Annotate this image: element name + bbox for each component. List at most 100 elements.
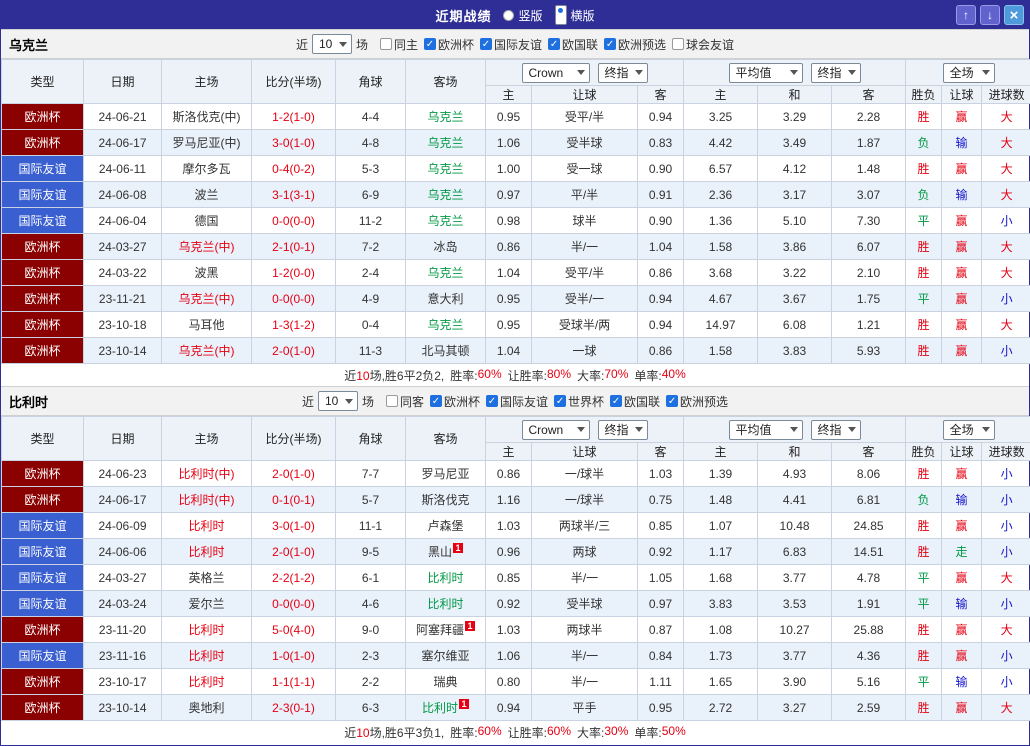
match-score: 2-0(1-0): [252, 338, 336, 364]
matches-table: 类型 日期 主场 比分(半场) 角球 客场 Crown 终指: [1, 59, 1030, 364]
asian-home-odds: 0.95: [486, 312, 532, 338]
home-team: 比利时: [162, 513, 252, 539]
match-row: 国际友谊23-11-16比利时1-0(1-0)2-3塞尔维亚1.06半/一0.8…: [2, 643, 1030, 669]
checkbox-icon: [430, 395, 442, 407]
titlebar: 近期战绩 竖版 横版 ↑ ↓ ×: [1, 1, 1029, 29]
match-date: 24-06-17: [84, 487, 162, 513]
result-goals: 大: [982, 617, 1030, 643]
corners: 7-7: [336, 461, 406, 487]
euro-home-odds: 1.39: [684, 461, 758, 487]
average-odds-select[interactable]: 平均值: [729, 420, 803, 440]
filter-bar: 比利时 近 10 场 同客欧洲杯国际友谊世界杯欧国联欧洲预选: [1, 386, 1029, 416]
asian-handicap: 两球: [532, 539, 638, 565]
filter-label: 欧洲杯: [444, 393, 480, 410]
checkbox-icon: [548, 38, 560, 50]
sub-col-outcome: 胜负: [906, 443, 942, 461]
bookmaker-select-value: Crown: [529, 423, 564, 437]
filter-国际友谊[interactable]: 国际友谊: [486, 393, 548, 410]
team-name-heading: 乌克兰: [9, 35, 48, 54]
col-header-type: 类型: [2, 60, 84, 104]
filter-label: 欧洲预选: [680, 393, 728, 410]
scope-select[interactable]: 全场: [943, 420, 995, 440]
closing-odds-select[interactable]: 终指: [598, 420, 648, 440]
result-handicap: 赢: [942, 234, 982, 260]
view-mode-vertical[interactable]: 竖版: [503, 7, 542, 24]
sub-col-asian-home: 主: [486, 443, 532, 461]
filter-欧国联[interactable]: 欧国联: [610, 393, 660, 410]
filter-欧洲预选[interactable]: 欧洲预选: [604, 36, 666, 53]
summary-lead: 近10场,胜6平2负2,: [344, 367, 444, 384]
average-odds-select[interactable]: 平均值: [729, 63, 803, 83]
team-name: 马耳他: [188, 318, 224, 332]
away-team: 乌克兰: [406, 104, 486, 130]
competition-badge: 欧洲杯: [2, 130, 84, 156]
asian-away-odds: 0.84: [638, 643, 684, 669]
near-count-select[interactable]: 10: [318, 391, 358, 411]
asian-home-odds: 0.92: [486, 591, 532, 617]
away-team: 塞尔维亚: [406, 643, 486, 669]
home-team: 德国: [162, 208, 252, 234]
table-header-row: 类型 日期 主场 比分(半场) 角球 客场 Crown 终指: [2, 417, 1030, 443]
match-date: 23-11-21: [84, 286, 162, 312]
scope-select[interactable]: 全场: [943, 63, 995, 83]
match-row: 国际友谊24-06-11摩尔多瓦0-4(0-2)5-3乌克兰1.00受一球0.9…: [2, 156, 1030, 182]
filter-世界杯[interactable]: 世界杯: [554, 393, 604, 410]
asian-handicap: 受半球: [532, 130, 638, 156]
asian-away-odds: 0.75: [638, 487, 684, 513]
bookmaker-select[interactable]: Crown: [522, 63, 590, 83]
away-team: 比利时: [406, 591, 486, 617]
filter-欧洲杯[interactable]: 欧洲杯: [424, 36, 474, 53]
near-count-select[interactable]: 10: [312, 34, 352, 54]
bookmaker-select[interactable]: Crown: [522, 420, 590, 440]
team-name: 比利时: [422, 701, 458, 715]
match-score: 2-2(1-2): [252, 565, 336, 591]
team-name: 瑞典: [433, 675, 457, 689]
radio-icon: [503, 10, 514, 21]
competition-badge: 国际友谊: [2, 565, 84, 591]
filter-欧国联[interactable]: 欧国联: [548, 36, 598, 53]
euro-draw-odds: 3.27: [758, 695, 832, 721]
asian-handicap: 平手: [532, 695, 638, 721]
result-handicap: 赢: [942, 338, 982, 364]
closing-odds-select[interactable]: 终指: [811, 420, 861, 440]
euro-home-odds: 1.17: [684, 539, 758, 565]
chevron-down-icon: [848, 427, 856, 432]
col-header-away: 客场: [406, 417, 486, 461]
corners: 0-4: [336, 312, 406, 338]
close-button[interactable]: ×: [1004, 5, 1024, 25]
asian-away-odds: 0.94: [638, 312, 684, 338]
competition-filter-list: 同客 欧洲杯国际友谊世界杯欧国联 欧洲预选: [386, 393, 728, 410]
view-mode-horizontal[interactable]: 横版: [555, 5, 595, 25]
euro-home-odds: 1.08: [684, 617, 758, 643]
filter-球会友谊[interactable]: 球会友谊: [672, 36, 734, 53]
sub-col-euro-home: 主: [684, 86, 758, 104]
asian-away-odds: 1.03: [638, 461, 684, 487]
summary-lead: 近10场,胜6平3负1,: [344, 724, 444, 741]
sub-col-euro-home: 主: [684, 443, 758, 461]
closing-odds-select[interactable]: 终指: [598, 63, 648, 83]
away-team: 黑山1: [406, 539, 486, 565]
home-team: 比利时(中): [162, 461, 252, 487]
filter-同客[interactable]: 同客: [386, 393, 424, 410]
euro-draw-odds: 10.48: [758, 513, 832, 539]
euro-draw-odds: 6.08: [758, 312, 832, 338]
move-down-button[interactable]: ↓: [980, 5, 1000, 25]
filter-欧洲杯[interactable]: 欧洲杯: [430, 393, 480, 410]
euro-home-odds: 1.68: [684, 565, 758, 591]
euro-home-odds: 1.48: [684, 487, 758, 513]
match-date: 23-10-17: [84, 669, 162, 695]
result-goals: 大: [982, 695, 1030, 721]
sub-col-euro-draw: 和: [758, 443, 832, 461]
filter-国际友谊[interactable]: 国际友谊: [480, 36, 542, 53]
closing-odds-select[interactable]: 终指: [811, 63, 861, 83]
filter-同主[interactable]: 同主: [380, 36, 418, 53]
away-team: 比利时1: [406, 695, 486, 721]
move-up-button[interactable]: ↑: [956, 5, 976, 25]
match-row: 欧洲杯24-03-22波黑1-2(0-0)2-4乌克兰1.04受平/半0.863…: [2, 260, 1030, 286]
result-handicap: 赢: [942, 461, 982, 487]
team-section: 乌克兰 近 10 场 同主欧洲杯国际友谊欧国联欧洲预选球会友谊 类型: [1, 29, 1029, 386]
euro-home-odds: 1.07: [684, 513, 758, 539]
asian-away-odds: 0.87: [638, 617, 684, 643]
corners: 9-0: [336, 617, 406, 643]
filter-欧洲预选[interactable]: 欧洲预选: [666, 393, 728, 410]
